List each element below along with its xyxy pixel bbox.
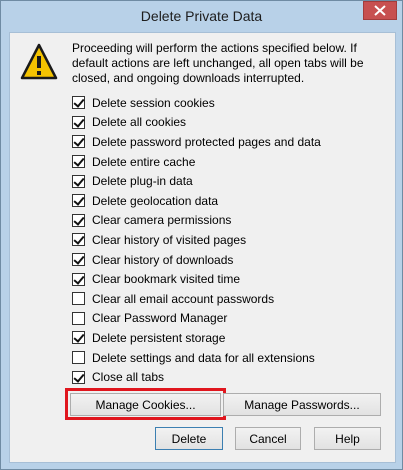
title-bar: Delete Private Data	[1, 1, 402, 31]
intro-text: Proceeding will perform the actions spec…	[72, 41, 364, 85]
option-checkbox[interactable]	[72, 135, 85, 149]
option-label: Close all tabs	[92, 370, 165, 385]
delete-button[interactable]: Delete	[155, 427, 223, 450]
option-row[interactable]: Delete settings and data for all extensi…	[72, 348, 321, 368]
option-checkbox[interactable]	[72, 233, 85, 247]
option-row[interactable]: Delete plug-in data	[72, 171, 321, 191]
cancel-button[interactable]: Cancel	[235, 427, 301, 450]
manage-cookies-button[interactable]: Manage Cookies...	[70, 393, 221, 416]
option-row[interactable]: Clear bookmark visited time	[72, 269, 321, 289]
option-label: Delete persistent storage	[92, 330, 226, 345]
option-label: Clear camera permissions	[92, 213, 232, 228]
option-label: Delete password protected pages and data	[92, 134, 321, 149]
option-checkbox[interactable]	[72, 331, 85, 345]
warning-icon	[20, 43, 58, 80]
option-checkbox[interactable]	[72, 370, 85, 384]
option-checkbox[interactable]	[72, 311, 85, 325]
options-list: Delete session cookies Delete all cookies…	[72, 93, 321, 387]
option-row[interactable]: Delete password protected pages and data	[72, 132, 321, 152]
option-checkbox[interactable]	[72, 194, 85, 208]
option-label: Delete entire cache	[92, 154, 196, 169]
option-row[interactable]: Delete persistent storage	[72, 328, 321, 348]
dialog-body: Proceeding will perform the actions spec…	[9, 32, 396, 463]
option-row[interactable]: Clear history of visited pages	[72, 230, 321, 250]
option-row[interactable]: Clear camera permissions	[72, 211, 321, 231]
option-label: Delete session cookies	[92, 95, 215, 110]
option-label: Clear history of visited pages	[92, 232, 247, 247]
option-label: Delete settings and data for all extensi…	[92, 350, 315, 365]
option-checkbox[interactable]	[72, 213, 85, 227]
option-row[interactable]: Delete session cookies	[72, 93, 321, 113]
option-checkbox[interactable]	[72, 174, 85, 188]
option-label: Delete plug-in data	[92, 174, 193, 189]
option-label: Clear Password Manager	[92, 311, 228, 326]
option-row[interactable]: Close all tabs	[72, 367, 321, 387]
close-icon	[374, 5, 386, 16]
manage-passwords-button[interactable]: Manage Passwords...	[223, 393, 381, 416]
close-button[interactable]	[363, 1, 397, 20]
option-label: Clear all email account passwords	[92, 291, 275, 306]
option-row[interactable]: Delete all cookies	[72, 113, 321, 133]
option-row[interactable]: Delete entire cache	[72, 152, 321, 172]
help-button[interactable]: Help	[314, 427, 381, 450]
option-label: Clear history of downloads	[92, 252, 234, 267]
option-row[interactable]: Clear Password Manager	[72, 309, 321, 329]
option-row[interactable]: Delete geolocation data	[72, 191, 321, 211]
dialog-title: Delete Private Data	[140, 8, 263, 24]
option-checkbox[interactable]	[72, 292, 85, 306]
option-row[interactable]: Clear all email account passwords	[72, 289, 321, 309]
delete-private-data-dialog: Delete Private Data Proceeding will perf…	[0, 0, 403, 470]
option-row[interactable]: Clear history of downloads	[72, 250, 321, 270]
option-checkbox[interactable]	[72, 115, 85, 129]
option-label: Delete geolocation data	[92, 193, 219, 208]
option-checkbox[interactable]	[72, 96, 85, 110]
option-checkbox[interactable]	[72, 272, 85, 286]
option-label: Clear bookmark visited time	[92, 272, 241, 287]
option-checkbox[interactable]	[72, 253, 85, 267]
option-checkbox[interactable]	[72, 155, 85, 169]
option-label: Delete all cookies	[92, 115, 187, 130]
option-checkbox[interactable]	[72, 351, 85, 365]
